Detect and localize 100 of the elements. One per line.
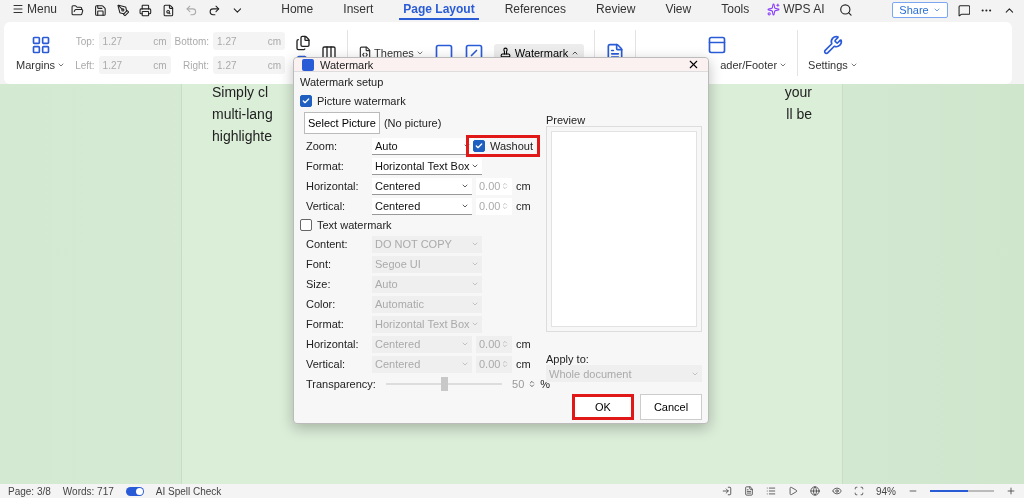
margins-icon[interactable] xyxy=(30,35,51,55)
menu-tab[interactable]: Tools xyxy=(717,0,754,20)
field-label: Left: xyxy=(75,59,95,71)
zoom-in-icon[interactable] xyxy=(1006,486,1016,496)
folder-icon[interactable] xyxy=(71,3,84,17)
eye-icon[interactable] xyxy=(832,486,842,496)
dropdown[interactable]: Centered xyxy=(372,197,472,215)
document-text: multi-lang xyxy=(212,106,273,124)
margins-button[interactable]: Margins xyxy=(16,59,66,71)
transparency-value: 50 xyxy=(512,378,525,390)
unit-label: cm xyxy=(516,200,531,212)
caret-icon xyxy=(779,61,788,69)
caret-icon xyxy=(57,61,66,69)
document-text: highlighte xyxy=(212,128,272,146)
orientation-icon[interactable] xyxy=(295,35,312,51)
save-icon[interactable] xyxy=(93,3,107,17)
field-label: Top: xyxy=(75,35,95,47)
settings-button[interactable]: Settings xyxy=(808,59,858,71)
document-text: ll be xyxy=(786,106,812,124)
select-picture-button[interactable]: Select Picture xyxy=(304,112,380,134)
toggle-switch[interactable] xyxy=(125,486,144,496)
page-count: Page: 3/8 xyxy=(8,485,51,497)
check-icon xyxy=(475,142,483,150)
checkbox-label: Picture watermark xyxy=(317,95,406,107)
enter-icon[interactable] xyxy=(722,486,732,496)
checkbox-label: Text watermark xyxy=(317,219,392,231)
header-footer-icon[interactable] xyxy=(706,35,727,55)
field-label: Content: xyxy=(305,238,349,250)
header-footer-button[interactable]: ader/Footer xyxy=(720,59,788,71)
menu-tab[interactable]: References xyxy=(500,0,571,20)
redo-icon[interactable] xyxy=(207,3,221,17)
unit-label: cm xyxy=(516,358,531,370)
spell-check-label: AI Spell Check xyxy=(155,485,222,497)
caret-icon xyxy=(471,300,479,308)
spin-icon xyxy=(501,182,509,190)
caret-icon xyxy=(415,49,424,57)
print-preview-icon[interactable] xyxy=(162,3,175,17)
field-label: Format: xyxy=(305,160,345,172)
spin-icon xyxy=(501,202,509,210)
file-status: (No picture) xyxy=(383,117,442,129)
caret-icon xyxy=(471,320,479,328)
themes-icon xyxy=(358,46,373,60)
field-label: Font: xyxy=(305,258,333,270)
print-icon[interactable] xyxy=(139,3,153,17)
menu-tab[interactable]: Review xyxy=(592,0,640,20)
share-button[interactable]: Share xyxy=(892,2,948,18)
apply-to-label: Apply to: xyxy=(546,353,590,365)
field-label: Transparency: xyxy=(305,378,376,390)
document-text: your xyxy=(784,84,812,102)
ok-button[interactable]: OK xyxy=(572,394,634,420)
close-button[interactable] xyxy=(687,58,700,71)
unit-label: cm xyxy=(516,180,531,192)
field-label: Right: xyxy=(181,59,210,71)
field-label: Format: xyxy=(305,318,345,330)
field-label: Horizontal: xyxy=(305,180,360,192)
unit-label: cm xyxy=(516,338,531,350)
field-label: Zoom: xyxy=(305,140,339,152)
zoom-value: 94% xyxy=(876,485,896,497)
pen-icon[interactable] xyxy=(116,3,130,17)
menu-tab[interactable]: Page Layout xyxy=(399,0,479,20)
menu-tab[interactable]: Home xyxy=(277,0,318,20)
fit-icon[interactable] xyxy=(854,486,864,496)
check-icon xyxy=(302,97,310,105)
group-title: Watermark setup xyxy=(299,75,385,88)
globe-icon[interactable] xyxy=(810,486,820,496)
search-icon[interactable] xyxy=(838,3,853,17)
caret-icon xyxy=(471,280,479,288)
field-label: Bottom: xyxy=(174,35,210,47)
dropdown[interactable]: Auto xyxy=(372,137,474,155)
document-text: Simply cl xyxy=(212,84,268,102)
sparkle-icon xyxy=(767,2,781,16)
caret-icon xyxy=(849,61,858,69)
caret-icon xyxy=(471,260,479,268)
field-label: Vertical: xyxy=(305,200,347,212)
menu-icon xyxy=(12,3,24,15)
menu-button[interactable]: Menu xyxy=(8,0,62,20)
themes-button[interactable]: Themes xyxy=(358,46,424,60)
dropdown[interactable]: Centered xyxy=(372,177,472,195)
menu-tab[interactable]: View xyxy=(661,0,696,20)
ai-button[interactable]: WPS AI xyxy=(763,0,829,20)
dropdown[interactable]: Horizontal Text Box xyxy=(372,157,482,175)
settings-icon[interactable] xyxy=(822,35,843,55)
word-count: Words: 717 xyxy=(62,485,114,497)
spin-icon[interactable] xyxy=(528,380,537,388)
field-label: Vertical: xyxy=(305,358,347,370)
field-label: Horizontal: xyxy=(305,338,360,350)
cancel-button[interactable]: Cancel xyxy=(640,394,702,420)
comment-icon[interactable] xyxy=(957,3,971,17)
caret-icon xyxy=(932,6,941,14)
caret-icon xyxy=(461,340,469,348)
close-icon xyxy=(687,58,700,71)
app-icon xyxy=(302,58,314,71)
checkbox-label: Washout xyxy=(490,140,533,152)
checkbox[interactable] xyxy=(300,95,312,107)
spin-icon xyxy=(501,360,509,368)
menu-tab[interactable]: Insert xyxy=(339,0,378,20)
page-view-icon[interactable] xyxy=(744,486,754,496)
play-icon[interactable] xyxy=(788,486,798,496)
spin-icon xyxy=(501,340,509,348)
preview-label: Preview xyxy=(546,114,587,126)
